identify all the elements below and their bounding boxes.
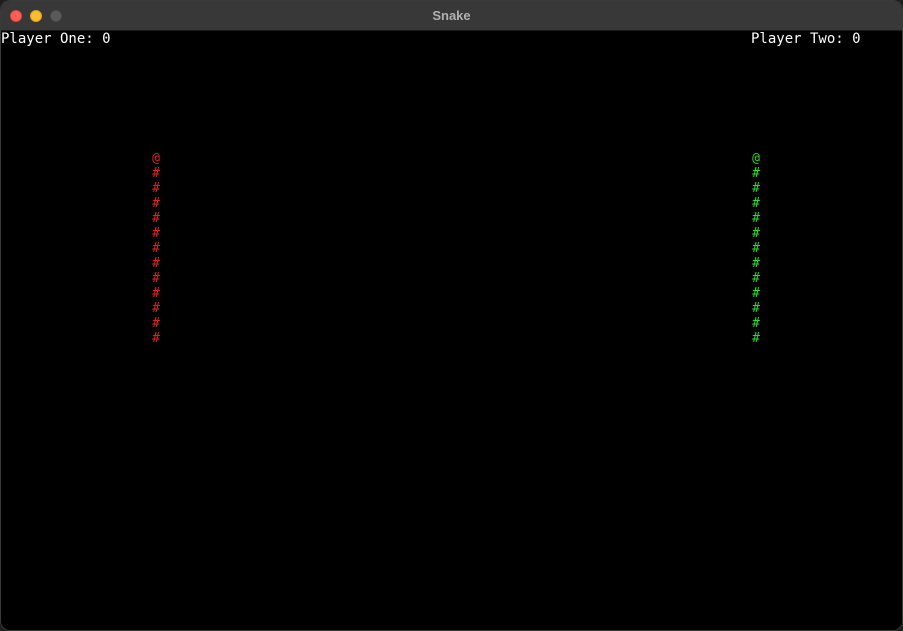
game-window: Snake Player One: 0 Player Two: 0 @ # # # # #…: [0, 0, 903, 631]
player-one-snake-segment: #: [152, 226, 160, 241]
player-two-score: Player Two: 0: [751, 31, 861, 47]
player-one-snake-segment: #: [152, 271, 160, 286]
player-one-snake-segment: #: [152, 316, 160, 331]
player-one-snake: @ # # # # # # # # # # # #: [150, 151, 162, 346]
player-one-snake-segment: #: [152, 211, 160, 226]
player-one-snake-segment: #: [152, 331, 160, 346]
player-two-snake-segment: #: [752, 211, 760, 226]
window-title: Snake: [432, 8, 471, 23]
player-one-snake-segment: #: [152, 196, 160, 211]
player-two-snake-segment: #: [752, 196, 760, 211]
player-one-snake-segment: #: [152, 241, 160, 256]
player-one-snake-segment: #: [152, 181, 160, 196]
player-one-snake-segment: #: [152, 301, 160, 316]
player-two-snake-segment: #: [752, 301, 760, 316]
player-two-snake-segment: #: [752, 241, 760, 256]
player-two-snake: @ # # # # # # # # # # # #: [750, 151, 762, 346]
player-two-snake-segment: #: [752, 256, 760, 271]
player-two-snake-segment: #: [752, 316, 760, 331]
player-one-snake-segment: #: [152, 166, 160, 181]
player-one-snake-segment: #: [152, 256, 160, 271]
player-two-snake-segment: #: [752, 226, 760, 241]
player-one-snake-head: @: [152, 151, 160, 166]
player-two-snake-head: @: [752, 151, 760, 166]
player-two-snake-segment: #: [752, 331, 760, 346]
player-two-snake-segment: #: [752, 166, 760, 181]
player-two-snake-segment: #: [752, 286, 760, 301]
title-bar: Snake: [1, 1, 902, 31]
player-two-snake-segment: #: [752, 271, 760, 286]
player-two-snake-segment: #: [752, 181, 760, 196]
game-canvas[interactable]: Player One: 0 Player Two: 0 @ # # # # # # # # # # #…: [1, 31, 902, 630]
player-one-snake-segment: #: [152, 286, 160, 301]
player-one-score: Player One: 0: [1, 31, 111, 47]
